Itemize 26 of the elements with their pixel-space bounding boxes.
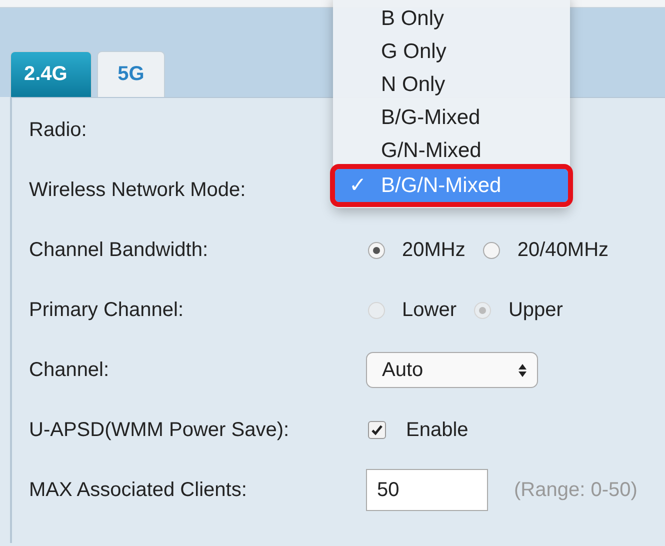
field-label: MAX Associated Clients:: [28, 478, 248, 503]
menu-item[interactable]: B/G-Mixed: [333, 101, 570, 134]
option-label: 20/40MHz: [517, 238, 609, 263]
tab[interactable]: 5G: [97, 51, 165, 97]
radio-button[interactable]: [368, 242, 385, 258]
radio-button[interactable]: [483, 242, 500, 258]
updown-arrow-icon: [518, 362, 527, 378]
field-label: Primary Channel:: [28, 298, 185, 323]
menu-item[interactable]: N Only: [333, 68, 570, 101]
field-label: Radio:: [28, 118, 88, 143]
checkbox[interactable]: [368, 421, 386, 439]
option-label: Upper: [508, 298, 563, 323]
menu-item[interactable]: G Only: [333, 35, 570, 68]
menu-item[interactable]: B Only: [333, 2, 570, 35]
field-label: Channel:: [28, 358, 110, 383]
field-label: Channel Bandwidth:: [28, 238, 210, 263]
menu-item[interactable]: G/N-Mixed: [333, 134, 570, 167]
clients-input[interactable]: 50: [366, 469, 488, 511]
tab[interactable]: 2.4G: [10, 51, 92, 97]
option-label: Lower: [402, 298, 456, 323]
channel-select[interactable]: Auto: [366, 352, 538, 388]
checkbox-label: Enable: [406, 418, 468, 443]
field-label: U-APSD(WMM Power Save):: [28, 418, 290, 443]
field-label: Wireless Network Mode:: [28, 178, 247, 203]
option-label: 20MHz: [402, 238, 466, 263]
range-hint: (Range: 0-50): [514, 478, 638, 503]
